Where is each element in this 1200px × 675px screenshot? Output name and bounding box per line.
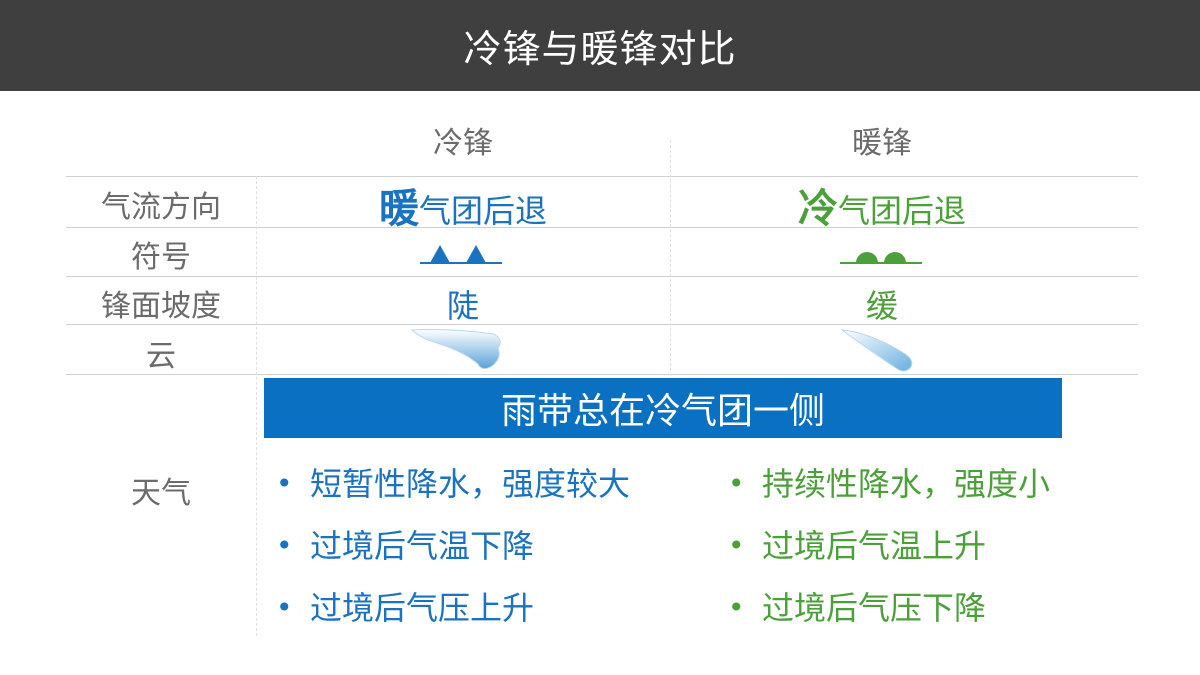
column-header-warm: 暖锋 [852, 126, 912, 161]
row-label-weather: 天气 [131, 476, 191, 511]
page-title: 冷锋与暖锋对比 [463, 27, 737, 71]
column-header-cold: 冷锋 [433, 126, 493, 161]
list-item-text: 过境后气温下降 [310, 527, 535, 565]
airflow-warm: 冷气团后退 [752, 176, 1012, 234]
airflow-cold-rest: 气团后退 [418, 192, 547, 230]
list-item: • 持续性降水，强度小 [728, 462, 1128, 524]
bullet-icon: • [276, 591, 293, 624]
bullet-icon: • [728, 591, 745, 624]
bullet-icon: • [276, 467, 293, 500]
row-divider [66, 276, 1138, 277]
airflow-cold: 暖气团后退 [333, 176, 593, 234]
airflow-warm-lead: 冷 [797, 186, 838, 232]
slope-warm: 缓 [865, 287, 898, 325]
list-item-text: 过境后气压上升 [310, 589, 535, 627]
row-label-slope: 锋面坡度 [101, 289, 221, 324]
bullet-icon: • [728, 467, 745, 500]
list-item-text: 短暂性降水，强度较大 [310, 465, 631, 503]
weather-cold-list: • 短暂性降水，强度较大 • 过境后气温下降 • 过境后气压上升 [276, 462, 666, 648]
cold-front-symbol-icon [420, 245, 502, 264]
column-divider [670, 140, 671, 376]
list-item-text: 过境后气压下降 [762, 589, 987, 627]
row-label-cloud: 云 [146, 339, 176, 374]
list-item: • 过境后气压上升 [276, 586, 666, 648]
list-item: • 过境后气温上升 [728, 524, 1128, 586]
slope-cold: 陡 [446, 287, 479, 325]
list-item: • 短暂性降水，强度较大 [276, 462, 666, 524]
rain-belt-banner-text: 雨带总在冷气团一侧 [500, 391, 825, 432]
row-label-symbol: 符号 [131, 240, 191, 275]
airflow-warm-rest: 气团后退 [837, 192, 966, 230]
warm-front-symbol-icon [840, 252, 922, 264]
bullet-icon: • [276, 529, 293, 562]
rain-belt-banner: 雨带总在冷气团一侧 [264, 378, 1062, 438]
list-item: • 过境后气压下降 [728, 586, 1128, 648]
weather-warm-list: • 持续性降水，强度小 • 过境后气温上升 • 过境后气压下降 [728, 462, 1128, 648]
list-item: • 过境后气温下降 [276, 524, 666, 586]
bullet-icon: • [728, 529, 745, 562]
row-label-airflow: 气流方向 [101, 190, 221, 225]
cloud-icon [840, 329, 913, 372]
list-item-text: 过境后气温上升 [762, 527, 987, 565]
cloud-icon [410, 329, 501, 370]
list-item-text: 持续性降水，强度小 [762, 465, 1051, 503]
airflow-cold-lead: 暖 [378, 186, 419, 232]
title-bar: 冷锋与暖锋对比 [0, 0, 1200, 91]
column-divider [256, 176, 257, 636]
